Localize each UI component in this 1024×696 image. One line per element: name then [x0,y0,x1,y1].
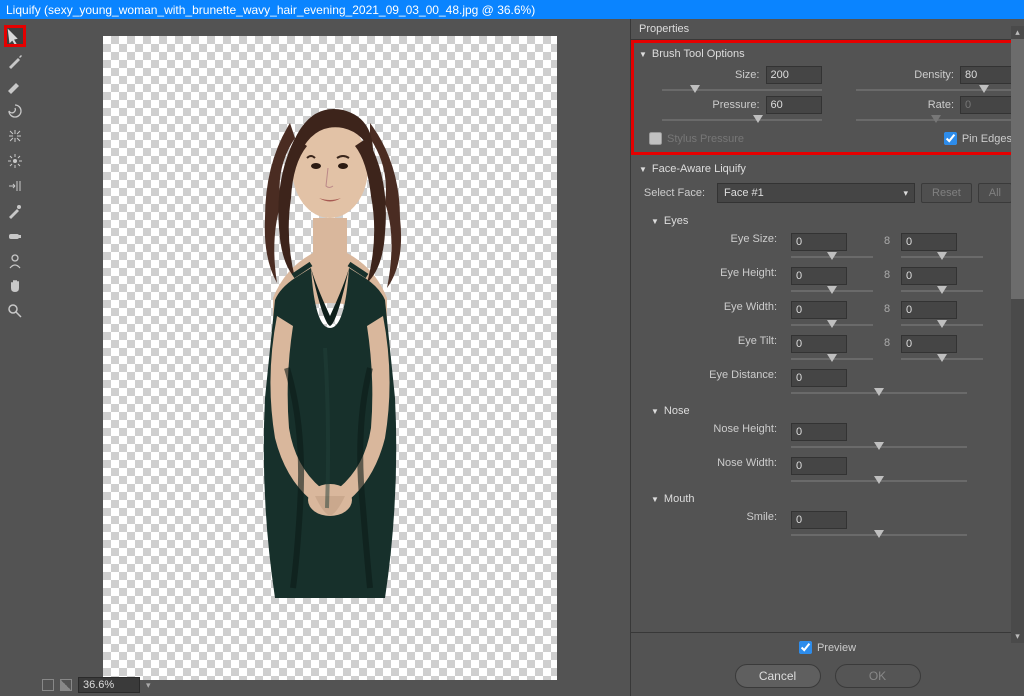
eye-distance[interactable]: 0 [791,369,847,387]
brush-size-slider[interactable] [662,84,822,96]
eye-height-left[interactable]: 0 [791,267,847,285]
window-title: Liquify (sexy_young_woman_with_brunette_… [6,3,535,17]
link-icon[interactable]: 8 [881,267,893,281]
eye-width-label: Eye Width: [643,301,783,313]
reconstruct-tool[interactable] [4,50,26,72]
nose-height-label: Nose Height: [643,423,783,435]
properties-title: Properties [631,19,1024,40]
zoom-dropdown-icon[interactable]: ▾ [146,680,151,691]
stylus-pressure-checkbox: Stylus Pressure [649,132,744,145]
brush-pressure-control: Pressure: 60 [639,96,822,126]
nose-width-label: Nose Width: [643,457,783,469]
all-button[interactable]: All [978,183,1012,203]
scroll-thumb[interactable] [1011,39,1024,299]
forward-warp-tool[interactable] [4,25,26,47]
brush-size-control: Size: 200 [639,66,822,96]
chevron-down-icon: ▾ [903,188,908,199]
brush-density-control: Density: 80 [834,66,1017,96]
twirl-tool[interactable] [4,100,26,122]
push-left-tool[interactable] [4,175,26,197]
eye-height-right[interactable]: 0 [901,267,957,285]
link-icon[interactable]: 8 [881,301,893,315]
face-disclose[interactable]: Face-Aware Liquify [637,159,1018,179]
eye-tilt-label: Eye Tilt: [643,335,783,347]
bloat-tool[interactable] [4,150,26,172]
pin-edges-checkbox[interactable]: Pin Edges [944,132,1012,145]
brush-density-input[interactable]: 80 [960,66,1016,84]
eye-size-label: Eye Size: [643,233,783,245]
title-bar: Liquify (sexy_young_woman_with_brunette_… [0,0,1024,19]
preview-checkbox[interactable]: Preview [799,641,856,654]
brush-size-input[interactable]: 200 [766,66,822,84]
nose-height[interactable]: 0 [791,423,847,441]
scroll-down-icon[interactable]: ▾ [1011,630,1024,643]
checker-icon[interactable] [60,679,72,691]
toolbar [0,19,30,696]
zoom-tool[interactable] [4,300,26,322]
eye-tilt-right[interactable]: 0 [901,335,957,353]
eye-width-left[interactable]: 0 [791,301,847,319]
canvas[interactable] [103,36,557,680]
smile[interactable]: 0 [791,511,847,529]
brush-rate-input: 0 [960,96,1016,114]
eye-size-right[interactable]: 0 [901,233,957,251]
smile-label: Smile: [643,511,783,523]
freeze-mask-tool[interactable] [4,200,26,222]
select-face-label: Select Face: [643,187,711,199]
reset-button[interactable]: Reset [921,183,972,203]
select-face-dropdown[interactable]: Face #1▾ [717,183,915,203]
cancel-button[interactable]: Cancel [735,664,821,688]
smooth-tool[interactable] [4,75,26,97]
scroll-up-icon[interactable]: ▴ [1011,26,1024,39]
zoom-level[interactable]: 36.6% [78,677,140,693]
link-icon[interactable]: 8 [881,335,893,349]
eyes-disclose[interactable]: Eyes [637,211,1018,231]
eye-distance-label: Eye Distance: [643,369,783,381]
nose-width[interactable]: 0 [791,457,847,475]
brush-pressure-input[interactable]: 60 [766,96,822,114]
main: 36.6% ▾ Properties Brush Tool Options Si… [0,19,1024,696]
mouth-disclose[interactable]: Mouth [637,489,1018,509]
eye-tilt-left[interactable]: 0 [791,335,847,353]
properties-panel: Properties Brush Tool Options Size: 200 … [630,19,1024,696]
dialog-buttons: Preview Cancel OK [631,632,1024,696]
face-section: Face-Aware Liquify Select Face: Face #1▾… [631,155,1024,547]
eye-size-left[interactable]: 0 [791,233,847,251]
pucker-tool[interactable] [4,125,26,147]
brush-rate-slider [856,114,1016,126]
brush-density-slider[interactable] [856,84,1016,96]
brush-section: Brush Tool Options Size: 200 Density: 80… [631,40,1024,155]
brush-pressure-slider[interactable] [662,114,822,126]
eye-width-right[interactable]: 0 [901,301,957,319]
brush-rate-control: Rate: 0 [834,96,1017,126]
link-icon[interactable]: 8 [881,233,893,247]
grid-icon[interactable] [42,679,54,691]
canvas-area: 36.6% ▾ [30,19,630,696]
nose-disclose[interactable]: Nose [637,401,1018,421]
thaw-mask-tool[interactable] [4,225,26,247]
scrollbar[interactable]: ▴ ▾ [1011,39,1024,630]
brush-disclose[interactable]: Brush Tool Options [637,44,1018,64]
face-tool[interactable] [4,250,26,272]
ok-button[interactable]: OK [835,664,921,688]
canvas-image [215,68,445,608]
eye-height-label: Eye Height: [643,267,783,279]
hand-tool[interactable] [4,275,26,297]
status-bar: 36.6% ▾ [30,674,630,696]
